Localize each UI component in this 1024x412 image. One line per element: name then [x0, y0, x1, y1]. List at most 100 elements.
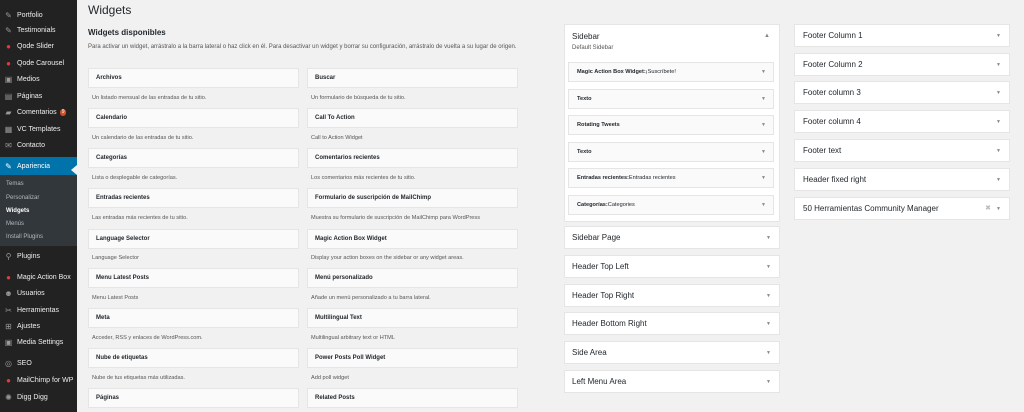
chevron-down-icon[interactable]: ▼ — [766, 321, 771, 327]
widget-calendario[interactable]: Calendario — [88, 108, 299, 128]
widget-area-sidebar-page[interactable]: Sidebar Page ▼ — [564, 226, 780, 249]
sidebar-widget-texto[interactable]: Texto ▼ — [568, 89, 774, 109]
menu-item-apariencia[interactable]: ✎ Apariencia — [0, 157, 77, 175]
page-title: Widgets — [88, 3, 132, 17]
widget-area-header-top-right[interactable]: Header Top Right ▼ — [564, 284, 780, 307]
chevron-down-icon[interactable]: ▼ — [761, 202, 766, 208]
close-icon[interactable]: ✖ — [985, 204, 991, 212]
widget-title: Comentarios recientes — [315, 155, 380, 161]
menu-item-qode-slider[interactable]: ● Qode Slider — [0, 37, 77, 55]
submenu-menus[interactable]: Menús — [6, 221, 24, 227]
chevron-down-icon[interactable]: ▼ — [761, 175, 766, 181]
widget-description: Añade un menú personalizado a tu barra l… — [311, 295, 431, 301]
chevron-up-icon[interactable]: ▲ — [764, 33, 770, 39]
widget-comentarios-recientes[interactable]: Comentarios recientes — [307, 148, 518, 168]
chevron-down-icon[interactable]: ▼ — [766, 264, 771, 270]
widget-menu-personalizado[interactable]: Menú personalizado — [307, 268, 518, 288]
widget-nube-de-etiquetas[interactable]: Nube de etiquetas — [88, 348, 299, 368]
menu-item-label: Plugins — [17, 252, 40, 260]
widget-area-footer-column-1[interactable]: Footer Column 1 ▼ — [794, 24, 1010, 47]
sidebar-widget-magic-action-box[interactable]: Magic Action Box Widget: ¡Suscríbete! ▼ — [568, 62, 774, 82]
plugin-icon: ⚲ — [5, 251, 12, 261]
sidebar-widget-categorias[interactable]: Categorías: Categories ▼ — [568, 195, 774, 215]
pages-icon: ▤ — [4, 91, 13, 101]
widget-power-posts-poll[interactable]: Power Posts Poll Widget — [307, 348, 518, 368]
widget-area-footer-column-3[interactable]: Footer column 3 ▼ — [794, 81, 1010, 104]
menu-item-plugins[interactable]: ⚲ Plugins — [0, 247, 77, 265]
widget-description: Las entradas más recientes de tu sitio. — [92, 215, 188, 221]
widget-area-title: Header Bottom Right — [572, 319, 647, 328]
available-widgets-description: Para activar un widget, arrástralo a la … — [88, 44, 517, 50]
widget-area-header-top-left[interactable]: Header Top Left ▼ — [564, 255, 780, 278]
media-settings-icon: ▣ — [4, 337, 13, 347]
widget-description: Add poll widget — [311, 375, 349, 381]
widget-language-selector[interactable]: Language Selector — [88, 229, 299, 249]
widget-area-footer-column-4[interactable]: Footer column 4 ▼ — [794, 110, 1010, 133]
widget-archivos[interactable]: Archivos — [88, 68, 299, 88]
widget-description: Un listado mensual de las entradas de tu… — [92, 95, 207, 101]
templates-icon: ▦ — [4, 124, 13, 134]
submenu-install-plugins[interactable]: Install Plugins — [6, 234, 43, 240]
widget-area-left-menu-area[interactable]: Left Menu Area ▼ — [564, 370, 780, 393]
widget-area-header-bottom-right[interactable]: Header Bottom Right ▼ — [564, 312, 780, 335]
widget-magic-action-box[interactable]: Magic Action Box Widget — [307, 229, 518, 249]
widget-menu-latest-posts[interactable]: Menu Latest Posts — [88, 268, 299, 288]
menu-item-usuarios[interactable]: ☻ Usuarios — [0, 284, 77, 302]
chevron-down-icon[interactable]: ▼ — [766, 235, 771, 241]
widget-area-community-manager[interactable]: 50 Herramientas Community Manager ✖ ▼ — [794, 197, 1010, 220]
menu-item-digg-digg[interactable]: ✺ Digg Digg — [0, 388, 77, 406]
chevron-down-icon[interactable]: ▼ — [996, 119, 1001, 125]
chevron-down-icon[interactable]: ▼ — [996, 62, 1001, 68]
sidebar-widget-rotating-tweets[interactable]: Rotating Tweets ▼ — [568, 115, 774, 135]
widget-meta[interactable]: Meta — [88, 308, 299, 328]
media-icon: ▣ — [4, 74, 13, 84]
widget-area-side-area[interactable]: Side Area ▼ — [564, 341, 780, 364]
widget-description: Multilingual arbitrary text or HTML — [311, 335, 395, 341]
widget-mailchimp-form[interactable]: Formulario de suscripción de MailChimp — [307, 188, 518, 208]
chevron-down-icon[interactable]: ▼ — [766, 350, 771, 356]
widget-categorias[interactable]: Categorías — [88, 148, 299, 168]
submenu-personalizar[interactable]: Personalizar — [6, 195, 39, 201]
mailchimp-icon: ● — [6, 375, 11, 385]
chevron-down-icon[interactable]: ▼ — [761, 149, 766, 155]
submenu-widgets[interactable]: Widgets — [6, 208, 29, 214]
widget-related-posts[interactable]: Related Posts — [307, 388, 518, 408]
widget-title: Entradas recientes: — [577, 175, 629, 181]
chevron-down-icon[interactable]: ▼ — [766, 293, 771, 299]
chevron-down-icon[interactable]: ▼ — [761, 96, 766, 102]
menu-item-contacto[interactable]: ✉ Contacto — [0, 136, 77, 154]
chevron-down-icon[interactable]: ▼ — [761, 69, 766, 75]
mail-icon: ✉ — [5, 140, 12, 150]
widget-paginas[interactable]: Páginas — [88, 388, 299, 408]
chevron-down-icon[interactable]: ▼ — [996, 177, 1001, 183]
available-widgets-heading: Widgets disponibles — [88, 28, 166, 37]
widget-title: Categorías — [96, 155, 128, 161]
widget-area-footer-column-2[interactable]: Footer Column 2 ▼ — [794, 53, 1010, 76]
chevron-down-icon[interactable]: ▼ — [996, 90, 1001, 96]
widget-multilingual-text[interactable]: Multilingual Text — [307, 308, 518, 328]
sidebar-widget-entradas-recientes[interactable]: Entradas recientes: Entradas recientes ▼ — [568, 168, 774, 188]
menu-item-comentarios[interactable]: ▰ Comentarios 9 — [0, 103, 77, 121]
menu-item-mailchimp[interactable]: ● MailChimp for WP — [0, 371, 77, 389]
gear-icon: ✺ — [5, 392, 12, 402]
widget-title: Language Selector — [96, 236, 150, 242]
widget-entradas-recientes[interactable]: Entradas recientes — [88, 188, 299, 208]
widget-area-title: Footer text — [803, 146, 842, 155]
widget-title: Magic Action Box Widget: — [577, 69, 646, 75]
chevron-down-icon[interactable]: ▼ — [996, 206, 1001, 212]
widget-area-title[interactable]: Sidebar — [572, 32, 600, 41]
chevron-down-icon[interactable]: ▼ — [996, 148, 1001, 154]
sidebar-widget-texto[interactable]: Texto ▼ — [568, 142, 774, 162]
widget-call-to-action[interactable]: Call To Action — [307, 108, 518, 128]
comments-count-badge: 9 — [59, 108, 67, 116]
menu-item-medios[interactable]: ▣ Medios — [0, 70, 77, 88]
widget-buscar[interactable]: Buscar — [307, 68, 518, 88]
chevron-down-icon[interactable]: ▼ — [996, 33, 1001, 39]
widget-area-footer-text[interactable]: Footer text ▼ — [794, 139, 1010, 162]
widget-area-header-fixed-right[interactable]: Header fixed right ▼ — [794, 168, 1010, 191]
menu-item-media-settings[interactable]: ▣ Media Settings — [0, 333, 77, 351]
submenu-temas[interactable]: Temas — [6, 181, 24, 187]
menu-item-seo[interactable]: ◎ SEO — [0, 354, 77, 372]
chevron-down-icon[interactable]: ▼ — [761, 122, 766, 128]
chevron-down-icon[interactable]: ▼ — [766, 379, 771, 385]
